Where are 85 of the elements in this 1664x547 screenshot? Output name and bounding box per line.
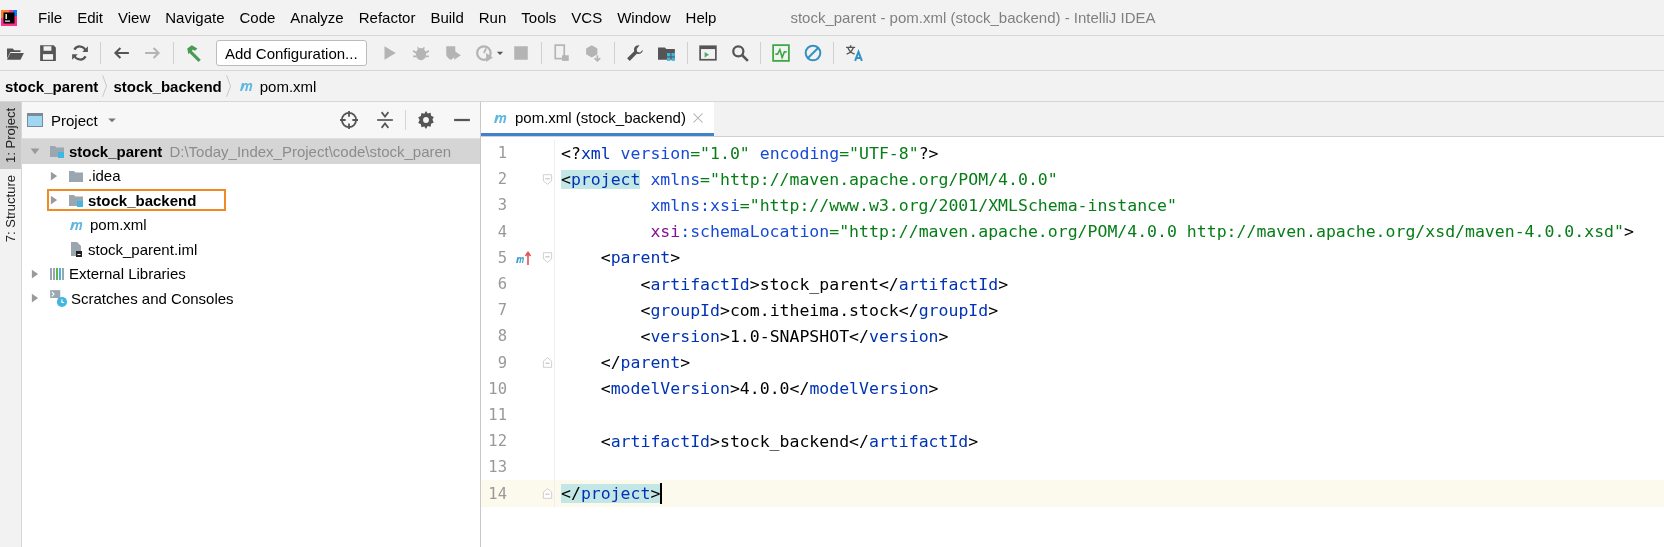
tree-row[interactable]: stock_parent.iml bbox=[22, 237, 480, 262]
tree-item-label: stock_backend bbox=[88, 191, 197, 209]
code-line: <parent> bbox=[599, 248, 681, 268]
tree-item-label: External Libraries bbox=[69, 265, 186, 283]
menu-item[interactable]: File bbox=[31, 9, 70, 26]
tree-row[interactable]: pom.xml bbox=[22, 212, 480, 237]
library-icon bbox=[48, 265, 66, 282]
menu-item[interactable]: View bbox=[111, 9, 158, 26]
menu-item[interactable]: VCS bbox=[564, 9, 610, 26]
tree-row[interactable]: External Libraries bbox=[22, 261, 480, 286]
menu-item[interactable]: Navigate bbox=[158, 9, 232, 26]
menu-item[interactable]: Refactor bbox=[351, 9, 423, 26]
breadcrumb-item[interactable]: stock_backend bbox=[113, 77, 222, 95]
tree-row[interactable]: stock_backend bbox=[22, 188, 480, 213]
panel-title[interactable]: Project bbox=[51, 111, 98, 129]
code-line: xsi:schemaLocation="http://maven.apache.org/POM/4.0.0 http://maven.apache.org/xsd/maven-4.0.0.xsd"> bbox=[649, 222, 1634, 242]
code-line: <artifactId>stock_backend</artifactId> bbox=[599, 431, 979, 451]
code-line: <groupId>com.itheima.stock</groupId> bbox=[639, 300, 999, 320]
module-folder-icon bbox=[67, 192, 85, 209]
window-title: stock_parent - pom.xml (stock_backend) - IntelliJ IDEA bbox=[790, 9, 1156, 26]
expand-arrow-icon[interactable] bbox=[49, 169, 59, 182]
line-number: 11 bbox=[487, 405, 507, 424]
fold-icon[interactable] bbox=[542, 172, 553, 186]
code-line: <project xmlns="http://maven.apache.org/POM/4.0.0" bbox=[560, 169, 1058, 189]
line-number: 9 bbox=[496, 353, 507, 372]
settings-icon[interactable] bbox=[417, 111, 435, 129]
tree-row[interactable]: stock_parent D:\Today_Index_Project\code\stock_paren bbox=[22, 139, 480, 164]
tree-item-label: pom.xml bbox=[90, 216, 147, 234]
app-logo-icon bbox=[1, 8, 17, 27]
line-number: 13 bbox=[487, 458, 507, 477]
code-line: <version>1.0-SNAPSHOT</version> bbox=[639, 326, 949, 346]
line-number: 1 bbox=[496, 144, 507, 163]
menu-item[interactable]: Build bbox=[423, 9, 471, 26]
editor-tab[interactable]: pom.xml (stock_backend) bbox=[481, 102, 714, 136]
menu-item[interactable]: Code bbox=[232, 9, 283, 26]
menu-item[interactable]: Tools bbox=[514, 9, 564, 26]
expand-arrow-icon[interactable] bbox=[49, 194, 59, 207]
line-number: 12 bbox=[487, 432, 507, 451]
configuration-button[interactable]: Add Configuration... bbox=[216, 40, 367, 66]
line-number: 5 bbox=[496, 248, 507, 267]
code-line: xmlns:xsi="http://www.w3.org/2001/XMLSchema-instance" bbox=[649, 195, 1177, 215]
code-line: <?xml version="1.0" encoding="UTF-8"?> bbox=[560, 143, 939, 163]
tree-row[interactable]: Scratches and Consoles bbox=[22, 286, 480, 311]
close-icon[interactable] bbox=[691, 111, 704, 124]
expand-arrow-icon[interactable] bbox=[30, 267, 40, 280]
menu-item[interactable]: Window bbox=[610, 9, 678, 26]
line-number: 8 bbox=[496, 327, 507, 346]
tree-item-label: Scratches and Consoles bbox=[71, 289, 234, 307]
panel-icon bbox=[26, 112, 44, 128]
menu-item[interactable]: Run bbox=[471, 9, 514, 26]
locate-icon[interactable] bbox=[340, 111, 358, 129]
line-number: 7 bbox=[496, 301, 507, 320]
code-line: <modelVersion>4.0.0</modelVersion> bbox=[599, 379, 939, 399]
code-line: <artifactId>stock_parent</artifactId> bbox=[639, 274, 1009, 294]
fold-icon[interactable] bbox=[542, 487, 553, 501]
tree-row[interactable]: .idea bbox=[22, 163, 480, 188]
menu-item[interactable]: Analyze bbox=[283, 9, 351, 26]
line-number: 4 bbox=[496, 222, 507, 241]
module-folder-icon bbox=[48, 143, 66, 160]
tab-label: pom.xml (stock_backend) bbox=[515, 109, 686, 126]
breadcrumb-item[interactable]: pom.xml bbox=[259, 77, 317, 95]
tree-item-label: stock_parent bbox=[69, 142, 163, 160]
fold-icon[interactable] bbox=[542, 251, 553, 265]
collapse-all-icon[interactable] bbox=[376, 111, 394, 129]
expand-arrow-icon[interactable] bbox=[30, 292, 40, 305]
path-label: D:\Today_Index_Project\code\stock_paren bbox=[169, 142, 452, 160]
line-number: 10 bbox=[487, 379, 507, 398]
chevron-icon bbox=[101, 75, 110, 97]
line-number: 6 bbox=[496, 275, 507, 294]
tool-window-tab[interactable]: 7: Structure bbox=[0, 168, 21, 249]
menu-item[interactable]: Help bbox=[678, 9, 724, 26]
code-line: </project> bbox=[560, 483, 663, 505]
tool-window-tab[interactable]: 1: Project bbox=[0, 102, 21, 169]
fold-icon[interactable] bbox=[542, 356, 553, 370]
menu-item[interactable]: Edit bbox=[70, 9, 111, 26]
tree-item-label: .idea bbox=[88, 167, 121, 185]
activity-monitor-icon[interactable] bbox=[771, 41, 790, 65]
code-line: </parent> bbox=[599, 353, 691, 373]
line-number: 2 bbox=[496, 170, 507, 189]
chevron-icon bbox=[224, 75, 233, 97]
breadcrumb-item[interactable]: stock_parent bbox=[5, 77, 99, 95]
scratches-icon bbox=[48, 289, 68, 308]
tree-item-label: stock_parent.iml bbox=[88, 240, 198, 258]
line-number: 3 bbox=[496, 196, 507, 215]
line-number: 14 bbox=[487, 484, 507, 503]
